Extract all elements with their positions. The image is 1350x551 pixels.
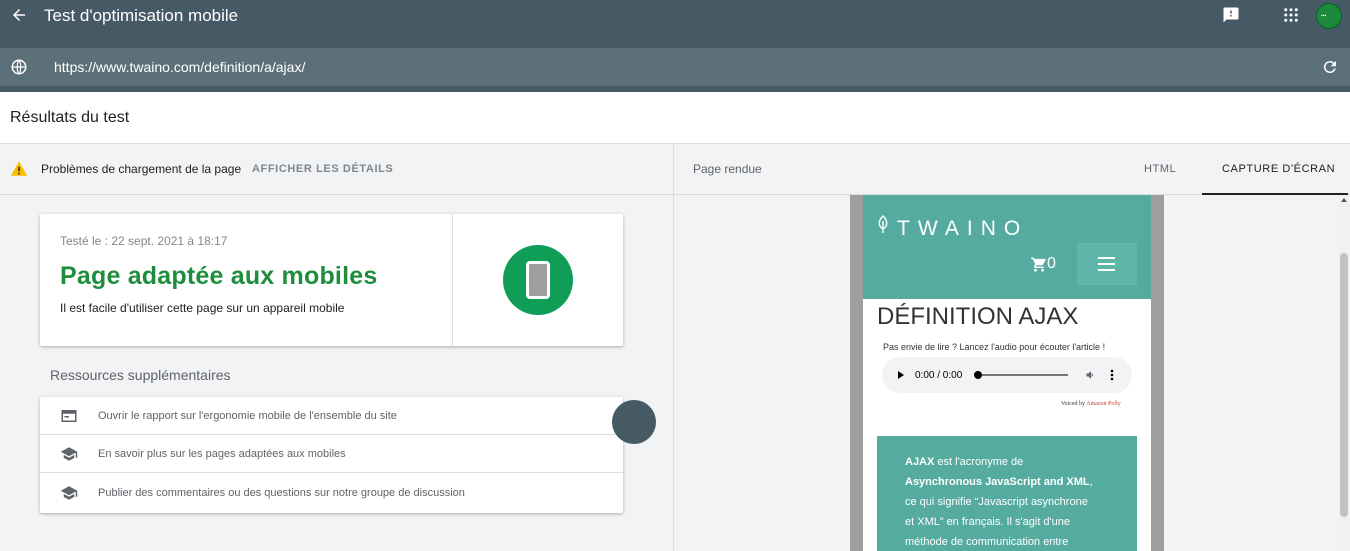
audio-progress-handle [974,371,982,379]
tab-html[interactable]: HTML [1144,163,1176,175]
resources-title: Ressources supplémentaires [50,367,231,383]
definition-box: AJAX est l'acronyme de Asynchronous Java… [877,436,1137,551]
phone-shape [526,261,550,299]
voiced-by-credit: Voiced by Amazon Polly [1061,401,1121,407]
warning-icon [10,161,28,176]
results-panel: Problèmes de chargement de la page AFFIC… [0,145,673,551]
results-title: Résultats du test [10,109,130,126]
article-heading: DÉFINITION AJAX [877,303,1079,330]
cart-count: 0 [1047,255,1056,272]
mobile-phone-badge-icon [503,245,573,315]
loading-issues-bar: Problèmes de chargement de la page AFFIC… [0,145,673,195]
globe-icon [11,59,27,75]
voiced-by-brand: Amazon Polly [1086,401,1121,407]
tested-date: Testé le : 22 sept. 2021 à 18:17 [60,234,228,248]
resources-list: Ouvrir le rapport sur l'ergonomie mobile… [40,397,623,513]
audio-time: 0:00 / 0:00 [915,370,963,381]
resource-label: En savoir plus sur les pages adaptées au… [98,448,346,460]
account-avatar[interactable]: ▪▪▪ [1316,3,1342,29]
rendered-page-label: Page rendue [693,162,762,176]
resource-item-discussion-group[interactable]: Publier des commentaires ou des question… [40,474,623,513]
site-brand: TWAINO [897,217,1029,240]
card-divider [452,214,453,346]
audio-prompt: Pas envie de lire ? Lancez l'audio pour … [883,342,1106,352]
definition-line: et XML” en français. Il s'agit d'une [905,516,1071,528]
graduation-cap-icon [60,486,78,500]
report-window-icon [61,410,77,422]
audio-player: 0:00 / 0:00 [882,357,1132,393]
verdict-card: Testé le : 22 sept. 2021 à 18:17 Page ad… [40,214,623,346]
definition-line: AJAX est l'acronyme de [905,456,1024,468]
play-icon [898,371,904,379]
scrollbar-thumb[interactable] [1340,253,1348,517]
resource-label: Publier des commentaires ou des question… [98,487,465,499]
resource-item-learn-more[interactable]: En savoir plus sur les pages adaptées au… [40,435,623,473]
more-vert-icon [1110,369,1114,381]
arrow-back-icon[interactable] [10,6,28,24]
preview-tabs: Page rendue HTML CAPTURE D'ÉCRAN [674,145,1350,195]
tab-screenshot-label: CAPTURE D'ÉCRAN [1222,163,1336,175]
hamburger-menu-icon [1077,243,1137,285]
floating-action-button[interactable] [612,400,656,444]
leaf-logo-icon [878,215,888,233]
avatar-mark: ▪▪▪ [1321,13,1327,19]
rendered-screenshot[interactable]: TWAINO 0 DÉFINITION AJAX Pas envie de li… [863,195,1151,551]
cart-icon [1031,257,1046,272]
resource-item-usability-report[interactable]: Ouvrir le rapport sur l'ergonomie mobile… [40,397,623,435]
resource-label: Ouvrir le rapport sur l'ergonomie mobile… [98,410,397,422]
scroll-up-arrow-icon[interactable] [1341,198,1347,202]
rendered-page-panel: Page rendue HTML CAPTURE D'ÉCRAN TWAINO … [674,145,1350,551]
definition-line: Asynchronous JavaScript and XML, [905,476,1093,488]
definition-line: méthode de communication entre [905,536,1069,548]
url-bar: https://www.twaino.com/definition/a/ajax… [0,48,1350,86]
device-frame: TWAINO 0 DÉFINITION AJAX Pas envie de li… [850,195,1164,551]
voiced-by-prefix: Voiced by [1061,401,1086,407]
graduation-cap-icon [60,447,78,461]
loading-issues-text: Problèmes de chargement de la page [41,162,242,176]
results-header: Résultats du test [0,92,1350,144]
refresh-icon[interactable] [1321,58,1339,76]
mobile-friendly-status: Page adaptée aux mobiles [60,262,378,290]
audio-progress-track [978,374,1068,376]
verdict-description: Il est facile d'utiliser cette page sur … [60,301,345,315]
site-header: TWAINO 0 [863,195,1151,299]
show-details-button[interactable]: AFFICHER LES DÉTAILS [252,163,393,175]
volume-icon [1086,371,1093,379]
app-title: Test d'optimisation mobile [44,6,239,25]
app-header: Test d'optimisation mobile ▪▪▪ https://w… [0,0,1350,92]
definition-line: ce qui signifie “Javascript asynchrone [905,496,1088,508]
preview-scrollbar[interactable] [1338,195,1350,551]
apps-grid-icon[interactable] [1282,6,1300,24]
feedback-icon[interactable] [1222,6,1240,24]
tab-screenshot[interactable]: CAPTURE D'ÉCRAN [1202,145,1348,195]
url-input[interactable]: https://www.twaino.com/definition/a/ajax… [54,59,305,75]
